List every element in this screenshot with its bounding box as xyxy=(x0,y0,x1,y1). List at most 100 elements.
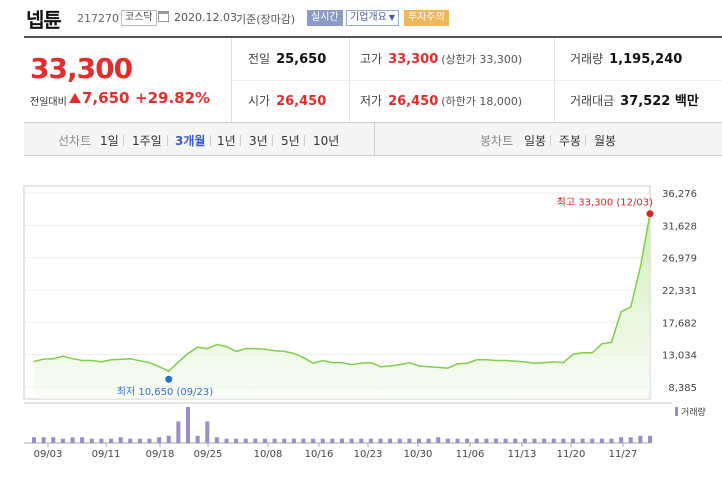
tab-3month[interactable]: 3개월 xyxy=(175,132,205,149)
realtime-button[interactable]: 실시간 xyxy=(307,10,343,26)
volume-bar xyxy=(648,435,652,443)
volume-bar xyxy=(147,438,152,443)
upper-limit: (상한가 33,300) xyxy=(441,53,523,66)
tab-5year[interactable]: 5년 xyxy=(281,132,300,149)
volume-bar xyxy=(205,421,210,443)
tab-1year[interactable]: 1년 xyxy=(217,132,236,149)
tab-10year[interactable]: 10년 xyxy=(313,132,339,149)
tab-divider xyxy=(272,135,273,146)
volume-bar xyxy=(426,438,431,443)
volume-bar xyxy=(551,438,556,443)
tab-weekly-candle[interactable]: 주봉 xyxy=(559,132,581,149)
y-tick-label: 26,979 xyxy=(662,254,697,265)
chevron-down-icon: ▼ xyxy=(388,13,395,22)
volume-cell: 거래량 1,195,240 xyxy=(570,38,682,80)
volume-bar xyxy=(503,438,508,443)
x-tick-label: 09/11 xyxy=(92,449,121,460)
amount-value: 37,522 백만 xyxy=(620,94,699,109)
price-point xyxy=(71,358,74,360)
price-point xyxy=(408,361,410,364)
lower-limit: (하한가 18,000) xyxy=(441,95,523,108)
tab-divider xyxy=(304,135,305,146)
volume-bar xyxy=(176,421,181,443)
tab-divider xyxy=(210,135,211,146)
volume-bar xyxy=(474,438,479,443)
price-point xyxy=(562,361,564,364)
price-chart[interactable]: 36,276 31,628 26,979 22,331 17,682 13,034 8,38… xyxy=(0,156,722,479)
price-point xyxy=(100,361,102,363)
price-point xyxy=(264,348,266,350)
price-point xyxy=(524,361,526,363)
volume-bar xyxy=(532,438,537,443)
price-point xyxy=(245,348,247,350)
tab-daily-candle[interactable]: 일봉 xyxy=(524,132,546,149)
low-label: 저가 xyxy=(360,94,383,108)
open-label: 시가 xyxy=(248,94,271,108)
tab-divider xyxy=(240,135,241,146)
price-point xyxy=(456,363,459,365)
tab-monthly-candle[interactable]: 월봉 xyxy=(594,132,616,149)
high-annotation: 최고 33,300 (12/03) xyxy=(557,197,653,209)
company-info-dropdown[interactable]: 기업개요 ▼ xyxy=(346,10,399,26)
price-point xyxy=(495,359,497,362)
low-value: 26,450 xyxy=(388,94,439,109)
y-tick-label: 13,034 xyxy=(662,351,697,362)
tab-3year[interactable]: 3년 xyxy=(249,132,268,149)
volume-bar xyxy=(590,438,595,443)
y-axis: 36,276 31,628 26,979 22,331 17,682 13,034 8,38… xyxy=(662,189,697,394)
price-point xyxy=(81,359,83,362)
high-marker xyxy=(646,210,654,218)
volume-bar xyxy=(638,435,643,443)
change-percent: +29.82% xyxy=(135,89,211,107)
quote-panel: 33,300 전일대비 7,650 +29.82% 전일 25,650 시가 26,… xyxy=(24,36,722,122)
price-point xyxy=(120,358,122,361)
tab-1week[interactable]: 1주일 xyxy=(132,132,162,149)
price-point xyxy=(610,341,613,343)
price-point xyxy=(235,350,237,353)
volume-bar xyxy=(494,438,498,443)
open-value: 26,450 xyxy=(276,94,327,109)
x-tick-label: 11/06 xyxy=(456,449,485,460)
price-point xyxy=(187,352,189,355)
volume-bar xyxy=(291,438,296,443)
volume-bar xyxy=(60,438,65,443)
volume-bar xyxy=(542,438,547,443)
volume-bar xyxy=(513,438,518,443)
volume-bar xyxy=(89,438,94,443)
volume-bar xyxy=(455,438,460,443)
volume-bar xyxy=(445,438,450,443)
tab-divider xyxy=(167,135,168,146)
price-point xyxy=(399,364,401,366)
volume-bar xyxy=(272,438,277,443)
price-point xyxy=(177,361,179,363)
tab-1day[interactable]: 1일 xyxy=(100,132,119,149)
volume-label: 거래량 xyxy=(570,52,604,66)
price-point xyxy=(91,359,93,362)
x-tick-label: 11/20 xyxy=(557,449,586,460)
column-divider xyxy=(349,38,350,122)
x-tick-label: 10/30 xyxy=(404,449,433,460)
y-tick-label: 31,628 xyxy=(662,221,697,232)
price-point xyxy=(379,366,382,368)
price-point xyxy=(33,360,35,363)
investment-warning-badge[interactable]: 투자주의 xyxy=(404,10,449,26)
volume-bar xyxy=(128,438,133,443)
prev-close-label: 전일 xyxy=(248,52,271,66)
volume-legend-label: 거래량 xyxy=(681,406,706,418)
volume-bar xyxy=(522,438,527,443)
tab-divider xyxy=(123,135,124,146)
current-price: 33,300 xyxy=(30,52,133,85)
volume-bar xyxy=(109,438,113,443)
volume-bar xyxy=(32,437,36,443)
volume-bar xyxy=(436,437,441,443)
calendar-icon xyxy=(158,11,169,22)
volume-bar xyxy=(378,438,383,443)
price-point xyxy=(630,306,632,308)
volume-bar xyxy=(51,437,56,443)
volume-bar xyxy=(619,437,624,443)
volume-bar xyxy=(465,438,470,443)
price-point xyxy=(283,350,285,353)
volume-bar xyxy=(214,437,219,443)
volume-bar xyxy=(41,437,46,443)
volume-bar xyxy=(234,438,239,443)
